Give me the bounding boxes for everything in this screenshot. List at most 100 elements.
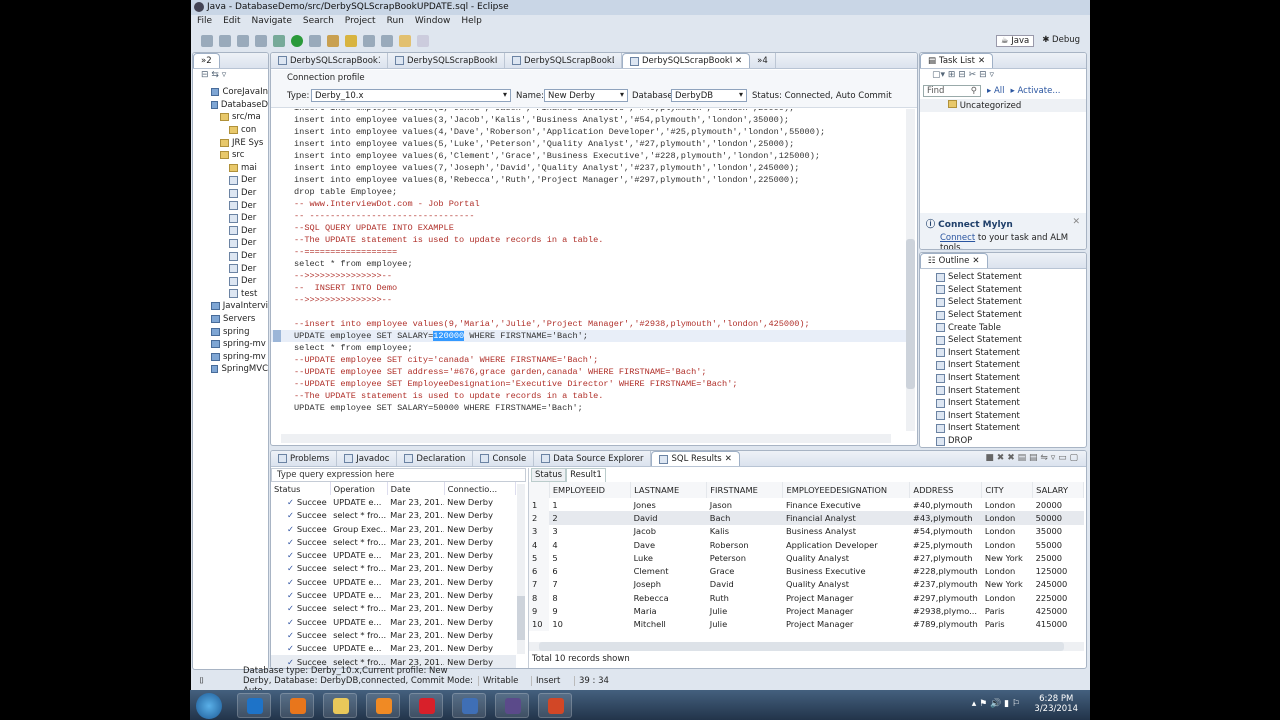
menu-navigate[interactable]: Navigate	[252, 16, 292, 29]
task-list-tab[interactable]: ▤ Task List ✕	[920, 53, 994, 68]
save-icon[interactable]	[219, 35, 231, 47]
outline-item[interactable]: Insert Statement	[936, 397, 1086, 410]
taskbar-video[interactable]	[452, 693, 486, 718]
result-row[interactable]: 2 2 David Bach Financial Analyst #43,plymouth…	[529, 511, 1084, 525]
history-row[interactable]: ✓ Succee select * fro... Mar 23, 201... New…	[271, 628, 516, 641]
tab-data-source-explorer[interactable]: Data Source Explorer	[534, 451, 652, 466]
system-tray[interactable]: ▴ ⚑ 🔊 ▮ ⚐	[972, 699, 1020, 709]
tree-item[interactable]: con	[193, 124, 268, 137]
tree-item[interactable]: Der	[193, 275, 268, 288]
outline-item[interactable]: Select Statement	[936, 271, 1086, 284]
outline-item[interactable]: Insert Statement	[936, 410, 1086, 423]
tree-item[interactable]: test	[193, 288, 268, 301]
taskbar-powerpoint[interactable]	[538, 693, 572, 718]
outline-item[interactable]: Select Statement	[936, 309, 1086, 322]
clock[interactable]: 6:28 PM 3/23/2014	[1034, 694, 1078, 714]
forward-icon[interactable]	[417, 35, 429, 47]
menu-search[interactable]: Search	[303, 16, 334, 29]
column-header[interactable]: EMPLOYEEDESIGNATION	[782, 482, 911, 498]
tree-item[interactable]: Der	[193, 250, 268, 263]
outline-item[interactable]: DROP	[936, 435, 1086, 447]
outline-item[interactable]: Insert Statement	[936, 384, 1086, 397]
name-select[interactable]: New Derby	[544, 89, 628, 102]
perspective-debug[interactable]: ✱ Debug	[1042, 35, 1080, 47]
tree-item[interactable]: JavaIntervi	[193, 300, 268, 313]
history-row[interactable]: ✓ Succee UPDATE e... Mar 23, 201... New Der…	[271, 642, 516, 655]
tree-item[interactable]: JRE Sys	[193, 136, 268, 149]
history-row[interactable]: ✓ Succee select * fro... Mar 23, 201... New…	[271, 509, 516, 522]
outline-tab[interactable]: ☷ Outline ✕	[920, 253, 988, 268]
tree-item[interactable]: src/ma	[193, 111, 268, 124]
perspective-java[interactable]: ☕ Java	[995, 35, 1035, 47]
column-header[interactable]: EMPLOYEEID	[549, 482, 632, 498]
taskbar-internet-explorer[interactable]	[237, 693, 271, 718]
tree-item[interactable]: CoreJavaIn	[193, 86, 268, 99]
query-filter-input[interactable]: Type query expression here	[271, 468, 526, 482]
menu-help[interactable]: Help	[461, 16, 482, 29]
close-icon[interactable]: ✕	[725, 454, 732, 464]
back-icon[interactable]	[399, 35, 411, 47]
outline-item[interactable]: Select Statement	[936, 284, 1086, 297]
outline-item[interactable]: Insert Statement	[936, 422, 1086, 435]
results-horizontal-scrollbar[interactable]	[529, 642, 1084, 651]
result-row[interactable]: 7 7 Joseph David Quality Analyst #237,plymout…	[529, 577, 1084, 592]
history-row[interactable]: ✓ Succee select * fro... Mar 23, 201... New…	[271, 602, 516, 615]
open-type-icon[interactable]	[345, 35, 357, 47]
tab-javadoc[interactable]: Javadoc	[337, 451, 398, 466]
run-icon[interactable]	[291, 35, 303, 47]
search-icon[interactable]	[363, 35, 375, 47]
type-select[interactable]: Derby_10.x	[311, 89, 511, 102]
menu-edit[interactable]: Edit	[223, 16, 240, 29]
new-class-icon[interactable]	[327, 35, 339, 47]
taskbar-java-ee[interactable]	[495, 693, 529, 718]
task-find-input[interactable]: Find ⚲	[923, 85, 981, 97]
task-category[interactable]: Uncategorized	[920, 99, 1086, 112]
result-row[interactable]: 5 5 Luke Peterson Quality Analyst #27,plymout…	[529, 551, 1084, 565]
tree-item[interactable]: Der	[193, 212, 268, 225]
tree-item[interactable]: src	[193, 149, 268, 162]
column-header[interactable]: ADDRESS	[909, 482, 983, 498]
tree-item[interactable]: Der	[193, 237, 268, 250]
history-scrollbar[interactable]	[517, 484, 525, 654]
outline-item[interactable]: Insert Statement	[936, 347, 1086, 360]
column-header[interactable]: Connectio...	[444, 482, 517, 496]
tree-item[interactable]: DatabaseD	[193, 99, 268, 112]
external-tools-icon[interactable]	[309, 35, 321, 47]
save-all-icon[interactable]	[237, 35, 249, 47]
menu-window[interactable]: Window	[415, 16, 451, 29]
code-area[interactable]: insert into employee values(1,'Jones','J…	[271, 109, 907, 431]
tree-item[interactable]: spring-mv	[193, 338, 268, 351]
history-row[interactable]: ✓ Succee UPDATE e... Mar 23, 201... New Der…	[271, 575, 516, 588]
tree-item[interactable]: Der	[193, 187, 268, 200]
stop-icon[interactable]: ■	[985, 453, 994, 463]
outline-item[interactable]: Insert Statement	[936, 372, 1086, 385]
history-row[interactable]: ✓ Succee UPDATE e... Mar 23, 201... New Der…	[271, 495, 516, 508]
history-row[interactable]: ✓ Succee UPDATE e... Mar 23, 201... New Der…	[271, 588, 516, 601]
column-header[interactable]: FIRSTNAME	[706, 482, 784, 498]
next-annotation-icon[interactable]	[381, 35, 393, 47]
outline-item[interactable]: Select Statement	[936, 334, 1086, 347]
history-row[interactable]: ✓ Succee select * fro... Mar 23, 201... New…	[271, 535, 516, 548]
result-row[interactable]: 6 6 Clement Grace Business Executive #228,ply…	[529, 564, 1084, 578]
tab-sql-results[interactable]: SQL Results ✕	[651, 451, 740, 466]
column-header[interactable]: Operation	[330, 482, 388, 496]
close-icon[interactable]: ✕	[1072, 217, 1080, 227]
history-row[interactable]: ✓ Succee select * fro... Mar 23, 201... New…	[271, 562, 516, 575]
tab-problems[interactable]: Problems	[271, 451, 338, 466]
tree-item[interactable]: Der	[193, 174, 268, 187]
connect-link[interactable]: Connect	[940, 233, 975, 243]
package-explorer-tab[interactable]: »2	[193, 53, 220, 68]
history-row[interactable]: ✓ Succee Group Exec... Mar 23, 201... New D…	[271, 522, 516, 535]
taskbar-file-explorer[interactable]	[323, 693, 357, 718]
close-icon[interactable]: ✕	[735, 56, 742, 66]
tab-declaration[interactable]: Declaration	[397, 451, 474, 466]
tab-console[interactable]: Console	[473, 451, 535, 466]
result-tab-status[interactable]: Status	[531, 468, 567, 482]
menu-run[interactable]: Run	[387, 16, 404, 29]
result-row[interactable]: 1 1 Jones Jason Finance Executive #40,plymout…	[529, 498, 1084, 512]
editor-vertical-scrollbar[interactable]	[906, 109, 915, 431]
outline-item[interactable]: Insert Statement	[936, 359, 1086, 372]
column-header[interactable]: LASTNAME	[630, 482, 708, 498]
column-header[interactable]: SALARY	[1032, 482, 1084, 498]
activate-link[interactable]: ▸ Activate...	[1011, 86, 1061, 96]
